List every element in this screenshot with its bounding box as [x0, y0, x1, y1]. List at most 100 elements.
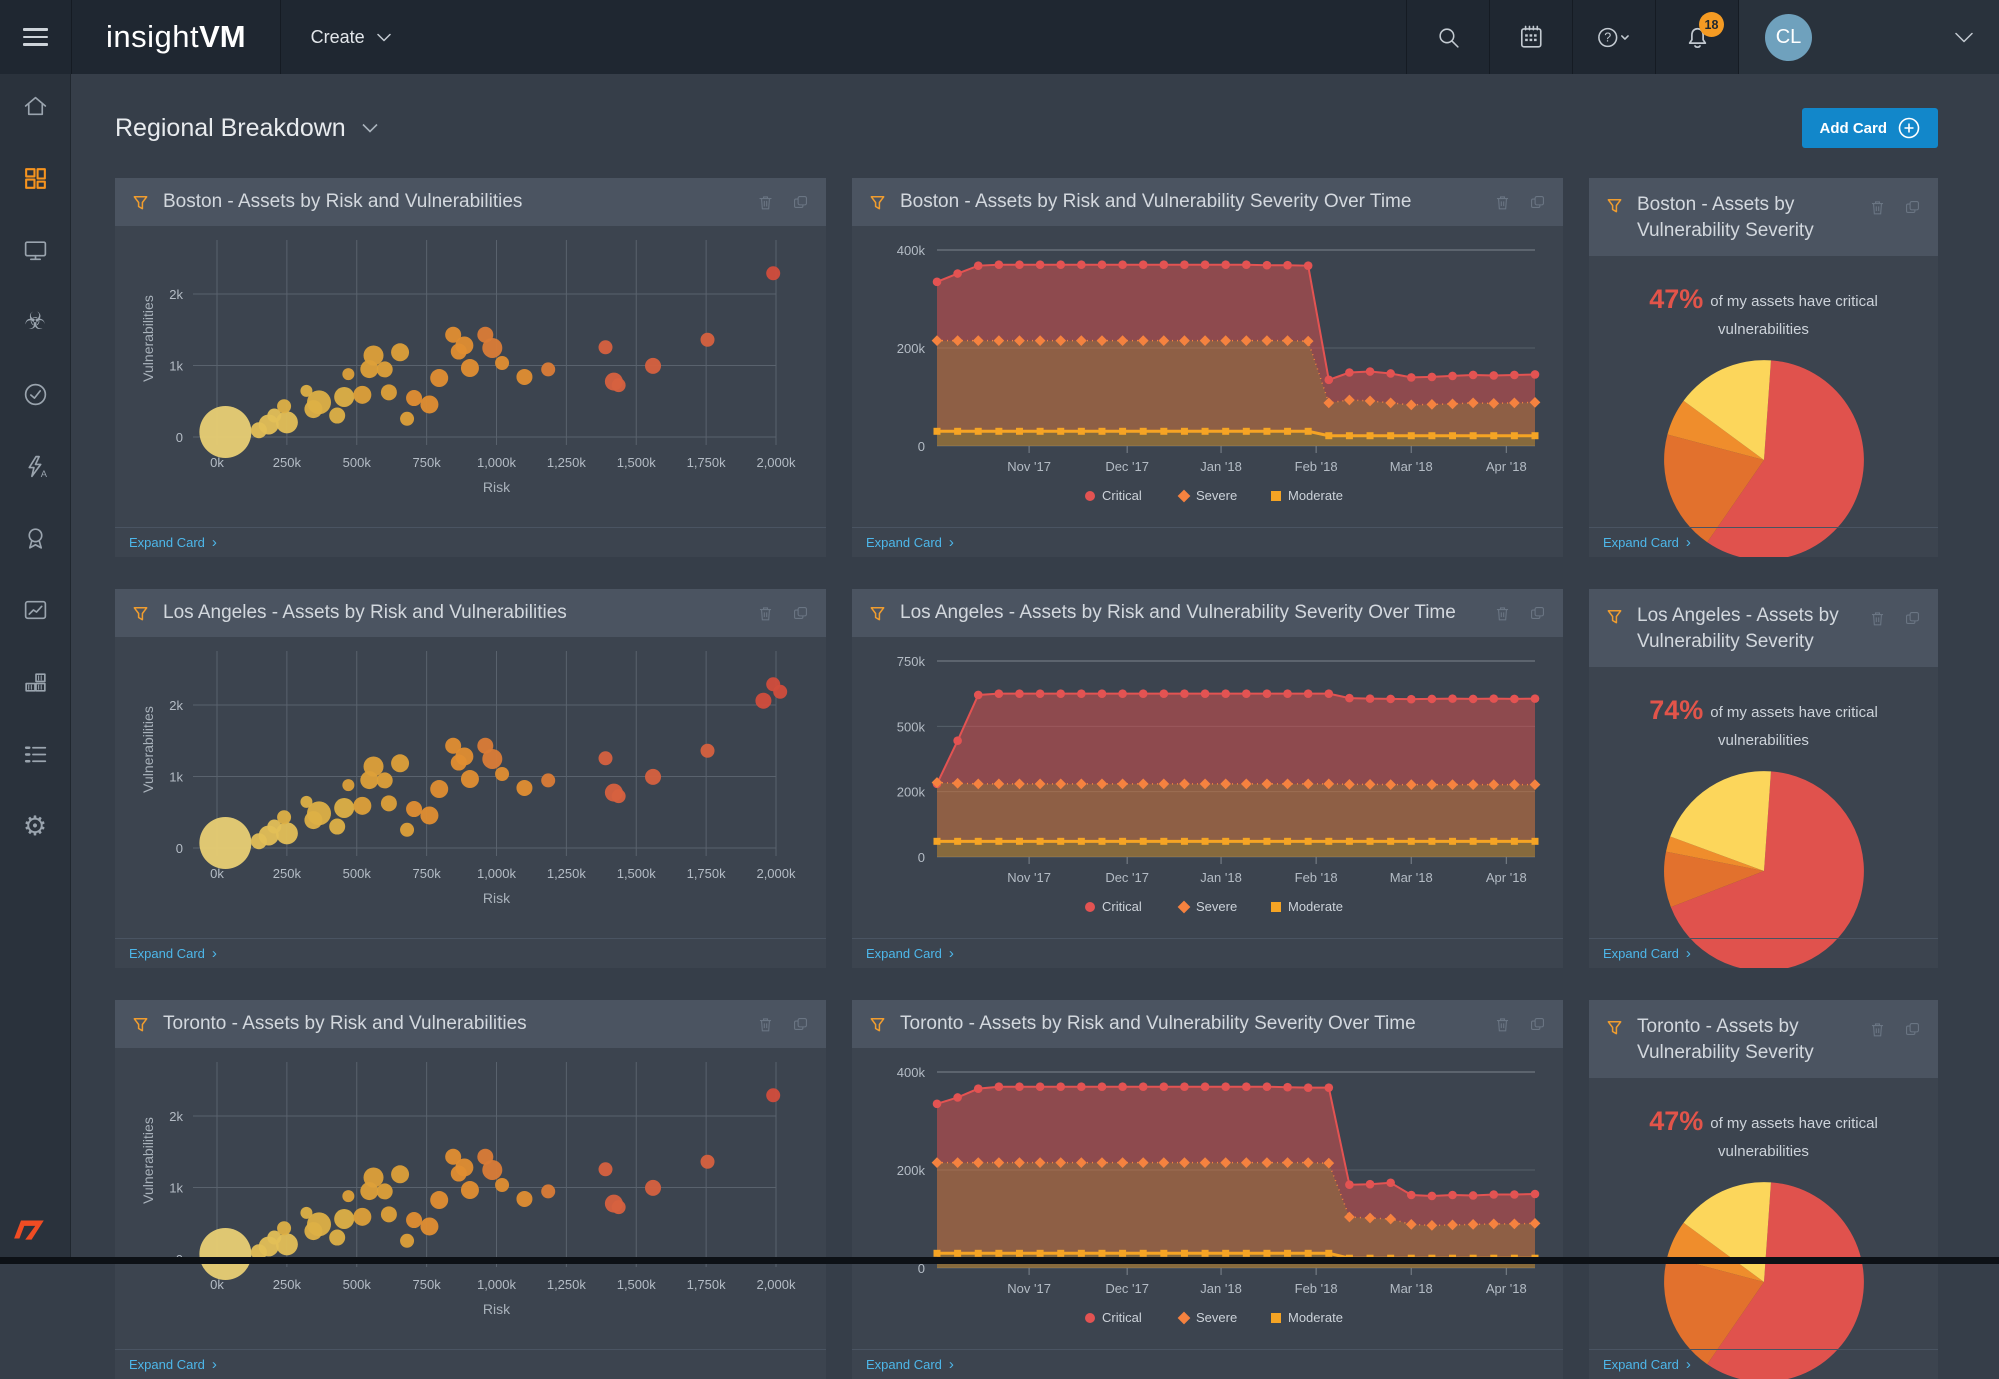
add-card-label: Add Card [1820, 120, 1888, 137]
delete-card-icon[interactable] [1868, 1020, 1887, 1039]
notifications-button[interactable]: 18 [1655, 0, 1738, 74]
delete-card-icon[interactable] [756, 1015, 775, 1034]
delete-card-icon[interactable] [1493, 193, 1512, 212]
svg-text:1,750k: 1,750k [687, 1277, 727, 1292]
card-header: Boston - Assets by Risk and Vulnerabilit… [115, 178, 826, 226]
svg-text:250k: 250k [273, 455, 302, 470]
account-chevron-down-icon[interactable] [1955, 32, 1973, 43]
filter-icon [131, 193, 150, 212]
add-card-button[interactable]: Add Card [1802, 108, 1939, 148]
copy-card-icon[interactable] [1528, 604, 1547, 623]
expand-card-link[interactable]: Expand Card› [1603, 534, 1691, 551]
card-title: Boston - Assets by Vulnerability Severit… [1637, 192, 1845, 243]
svg-text:1,750k: 1,750k [687, 866, 727, 881]
card-header: Boston - Assets by Risk and Vulnerabilit… [852, 178, 1563, 226]
svg-text:250k: 250k [273, 866, 302, 881]
rapid7-logo [12, 1215, 48, 1248]
svg-text:0: 0 [918, 439, 925, 454]
svg-text:Nov '17: Nov '17 [1007, 870, 1051, 885]
sidebar-item-management[interactable] [20, 740, 50, 768]
card-grid: Boston - Assets by Risk and Vulnerabilit… [115, 178, 1999, 1379]
delete-card-icon[interactable] [1868, 198, 1887, 217]
expand-card-link[interactable]: Expand Card› [129, 1356, 217, 1373]
copy-card-icon[interactable] [1528, 193, 1547, 212]
svg-text:2k: 2k [169, 1109, 183, 1124]
avatar[interactable]: CL [1765, 14, 1812, 61]
chart-box-icon [22, 597, 49, 624]
sidebar-item-assets[interactable] [20, 236, 50, 264]
svg-text:1,750k: 1,750k [687, 455, 727, 470]
sidebar-item-home[interactable] [20, 92, 50, 120]
boston-area-chart: 400k200k0Nov '17Dec '17Jan '18Feb '18Mar… [852, 226, 1563, 527]
card-toronto-pie: Toronto - Assets by Vulnerability Severi… [1589, 1000, 1938, 1379]
card-header: Toronto - Assets by Risk and Vulnerabili… [115, 1000, 826, 1048]
hamburger-icon [23, 28, 48, 46]
expand-card-link[interactable]: Expand Card› [129, 945, 217, 962]
expand-card-link[interactable]: Expand Card› [1603, 1356, 1691, 1373]
delete-card-icon[interactable] [1493, 604, 1512, 623]
delete-card-icon[interactable] [756, 193, 775, 212]
window-bottom-edge [0, 1257, 1999, 1264]
sidebar-item-dashboard-active[interactable] [20, 164, 50, 192]
sidebar-item-policies[interactable] [20, 380, 50, 408]
svg-text:750k: 750k [413, 866, 442, 881]
copy-card-icon[interactable] [791, 604, 810, 623]
svg-text:400k: 400k [897, 1065, 926, 1080]
svg-text:1,000k: 1,000k [477, 455, 517, 470]
card-footer: Expand Card› [852, 527, 1563, 557]
filter-icon [868, 193, 887, 212]
svg-text:1k: 1k [169, 1181, 183, 1196]
card-footer: Expand Card› [852, 1349, 1563, 1379]
svg-text:1,500k: 1,500k [617, 455, 657, 470]
expand-card-link[interactable]: Expand Card› [866, 534, 954, 551]
sidebar-item-goals[interactable] [20, 524, 50, 552]
copy-card-icon[interactable] [791, 193, 810, 212]
svg-text:500k: 500k [897, 719, 926, 734]
expand-card-link[interactable]: Expand Card› [866, 1356, 954, 1373]
calendar-button[interactable] [1489, 0, 1572, 74]
help-menu-button[interactable]: ? [1572, 0, 1655, 74]
svg-text:750k: 750k [413, 1277, 442, 1292]
card-footer: Expand Card› [1589, 938, 1938, 968]
sidebar-item-reports[interactable] [20, 596, 50, 624]
copy-card-icon[interactable] [1903, 609, 1922, 628]
card-header: Toronto - Assets by Vulnerability Severi… [1589, 1000, 1938, 1078]
copy-card-icon[interactable] [791, 1015, 810, 1034]
app-logo: insightVM [71, 0, 281, 74]
menu-hamburger-button[interactable] [0, 0, 71, 74]
create-menu-button[interactable]: Create [281, 0, 421, 74]
copy-card-icon[interactable] [1528, 1015, 1547, 1034]
svg-text:0: 0 [176, 841, 183, 856]
delete-card-icon[interactable] [1493, 1015, 1512, 1034]
card-boston-area: Boston - Assets by Risk and Vulnerabilit… [852, 178, 1563, 557]
sidebar-item-automation[interactable]: A [20, 452, 50, 480]
svg-text:Nov '17: Nov '17 [1007, 1281, 1051, 1296]
sidebar-item-vulnerabilities[interactable]: ☣ [20, 308, 50, 336]
copy-card-icon[interactable] [1903, 1020, 1922, 1039]
page-header: Regional Breakdown Add Card [71, 106, 1999, 150]
filter-icon [1605, 1018, 1624, 1037]
expand-card-link[interactable]: Expand Card› [129, 534, 217, 551]
svg-text:Jan '18: Jan '18 [1200, 870, 1242, 885]
lightning-a-icon: A [22, 453, 49, 480]
svg-text:2,000k: 2,000k [756, 1277, 796, 1292]
delete-card-icon[interactable] [756, 604, 775, 623]
card-header: Boston - Assets by Vulnerability Severit… [1589, 178, 1938, 256]
search-button[interactable] [1406, 0, 1489, 74]
card-title: Boston - Assets by Risk and Vulnerabilit… [163, 191, 743, 213]
chevron-down-icon [377, 33, 391, 42]
svg-text:0: 0 [176, 430, 183, 445]
expand-card-link[interactable]: Expand Card› [1603, 945, 1691, 962]
card-la-pie: Los Angeles - Assets by Vulnerability Se… [1589, 589, 1938, 968]
sidebar-item-settings[interactable]: ⚙ [20, 812, 50, 840]
delete-card-icon[interactable] [1868, 609, 1887, 628]
svg-text:200k: 200k [897, 341, 926, 356]
copy-card-icon[interactable] [1903, 198, 1922, 217]
dashboard-chevron-down-icon[interactable] [362, 123, 378, 133]
sidebar-item-containers[interactable] [20, 668, 50, 696]
svg-text:Risk: Risk [483, 890, 511, 906]
card-footer: Expand Card› [1589, 1349, 1938, 1379]
filter-icon [131, 604, 150, 623]
expand-card-link[interactable]: Expand Card› [866, 945, 954, 962]
svg-text:200k: 200k [897, 785, 926, 800]
